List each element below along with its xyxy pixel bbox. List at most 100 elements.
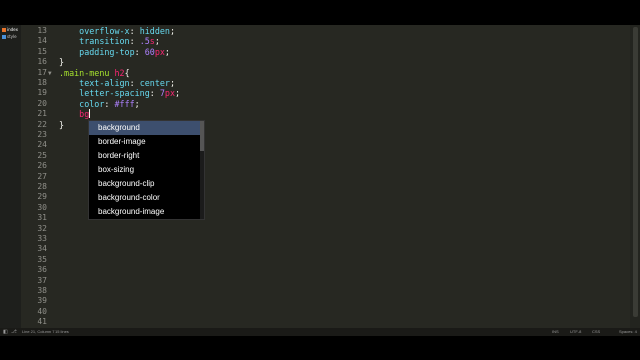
code-token: ; [154, 36, 160, 47]
line-number: 29 [37, 192, 47, 202]
autocomplete-scrollbar[interactable] [200, 121, 204, 219]
line-number: 13 [37, 26, 47, 35]
code-line: text-align: center; [59, 78, 175, 88]
code-token: ; [169, 78, 175, 88]
code-token: ; [164, 46, 170, 57]
line-number: 19 [37, 88, 47, 98]
autocomplete-item[interactable]: background [89, 121, 200, 135]
code-line: transition: .5s; [59, 36, 160, 46]
vertical-scrollbar[interactable] [630, 25, 640, 328]
code-token: ; [175, 88, 181, 99]
line-number: 15 [37, 46, 47, 56]
git-branch-icon[interactable]: ⎇ [11, 329, 17, 335]
scrollbar-thumb[interactable] [633, 27, 638, 317]
autocomplete-item[interactable]: box-sizing [89, 163, 200, 177]
code-token: transition [79, 36, 130, 47]
code-token: } [59, 119, 65, 130]
indentation-selector[interactable]: Spaces: 4 [619, 329, 637, 335]
line-number: 32 [37, 223, 47, 233]
file-sidebar: index style [0, 25, 21, 328]
code-token: text-align [79, 78, 130, 88]
code-token: overflow-x [79, 26, 130, 36]
code-token: color [79, 98, 105, 109]
html-file-icon [2, 27, 6, 32]
code-token: center [139, 78, 170, 88]
code-token: : [129, 78, 140, 88]
code-line: } [59, 120, 64, 130]
code-token: ; [169, 26, 175, 36]
line-number: 38 [37, 286, 47, 295]
code-line: .main-menu h2{ [59, 68, 130, 78]
line-count: 15 lines [55, 329, 69, 334]
line-number: 30 [37, 202, 47, 212]
autocomplete-item[interactable]: background-color [89, 191, 200, 205]
line-number: 41 [37, 317, 47, 327]
code-token: : [129, 26, 140, 36]
code-token: px [164, 88, 175, 99]
line-number: 20 [37, 98, 47, 108]
autocomplete-item[interactable]: background-image [89, 205, 200, 219]
code-line: } [59, 57, 64, 67]
autocomplete-item[interactable]: background-clip [89, 177, 200, 191]
line-number: 23 [37, 130, 47, 139]
line-number: 40 [37, 306, 47, 316]
code-token: : [129, 36, 140, 47]
autocomplete-item[interactable]: border-right [89, 149, 200, 163]
line-number: 22 [37, 119, 47, 129]
code-token: .5 [139, 36, 150, 47]
code-token: #fff [114, 98, 135, 109]
sidebar-file-label: style [7, 34, 17, 39]
sidebar-file-item[interactable]: style [2, 34, 17, 39]
line-number: 14 [37, 36, 47, 46]
sidebar-file-item[interactable]: index [2, 27, 18, 32]
line-number: 24 [37, 140, 47, 150]
code-token: ; [134, 98, 140, 109]
line-number: 28 [37, 182, 47, 191]
panel-toggle-icon[interactable]: ◧ [3, 329, 8, 335]
code-token: padding-top [79, 46, 135, 57]
line-number: 33 [37, 234, 47, 243]
code-line: letter-spacing: 7px; [59, 88, 180, 98]
fold-arrow-icon[interactable]: ▼ [48, 70, 52, 77]
status-bar: ◧ ⎇ Line 21, Column 7 15 lines INS UTF-8… [0, 328, 640, 336]
css-file-icon [2, 34, 6, 39]
code-token: letter-spacing [79, 88, 150, 99]
syntax-selector[interactable]: CSS [592, 329, 600, 335]
line-number: 39 [37, 296, 47, 306]
autocomplete-scroll-thumb[interactable] [200, 121, 204, 151]
code-token: .main-menu [59, 67, 115, 78]
line-number: 16 [37, 57, 47, 67]
line-number: 17 [37, 67, 47, 77]
line-number: 26 [37, 161, 47, 171]
code-line: overflow-x: hidden; [59, 26, 175, 36]
line-number: 35 [37, 254, 47, 264]
sidebar-file-label: index [7, 27, 18, 32]
autocomplete-item[interactable]: border-image [89, 135, 200, 149]
code-token: px [154, 46, 165, 57]
line-number: 37 [37, 275, 47, 285]
line-number: 31 [37, 213, 47, 223]
cursor-position: Line 21, Column 7 [22, 329, 55, 334]
code-token: bg [79, 109, 90, 120]
line-number: 18 [37, 78, 47, 87]
line-number: 21 [37, 109, 47, 119]
code-token: { [124, 67, 130, 78]
encoding-selector[interactable]: UTF-8 [570, 329, 581, 335]
code-token: : [134, 46, 145, 57]
line-number: 36 [37, 265, 47, 275]
code-line: padding-top: 60px; [59, 47, 170, 57]
code-token: h2 [114, 67, 125, 78]
code-token: hidden [139, 26, 170, 36]
code-line: bg [59, 109, 91, 120]
line-number: 27 [37, 171, 47, 181]
insert-mode[interactable]: INS [552, 329, 559, 335]
line-number-gutter: 13 14 15 16 17 ▼ 18 19 20 21 22 23 24 25 26 27 28 29 30 31 3… [21, 25, 52, 328]
text-cursor [89, 109, 91, 119]
